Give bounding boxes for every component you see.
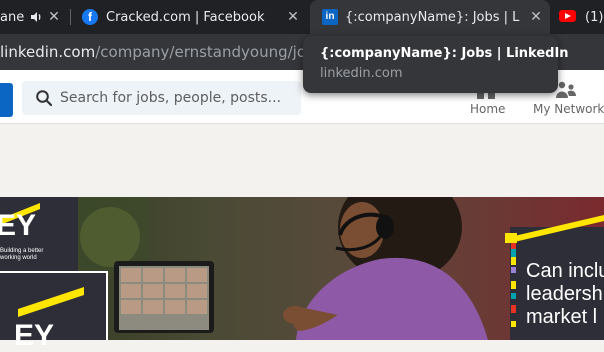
url-path: /company/ernstandyoung/jobs/: [95, 43, 329, 61]
tab-audio-playing[interactable]: ane ✕: [0, 0, 70, 34]
banner-headline-line: Can inclu: [526, 260, 604, 282]
nav-home-label: Home: [470, 102, 506, 116]
tab-title: (1) |: [585, 9, 604, 25]
tooltip-title: {:companyName}: Jobs | LinkedIn: [320, 46, 569, 61]
url-host: linkedin.com: [0, 43, 96, 61]
banner-tagline-line: Building a better: [0, 248, 44, 254]
youtube-icon: [559, 10, 576, 22]
search-box[interactable]: [22, 81, 301, 115]
banner-headline: Can inclu leadersh market l: [526, 260, 604, 329]
tab-hover-tooltip: {:companyName}: Jobs | LinkedIn linkedin…: [303, 36, 569, 93]
linkedin-icon: in: [322, 9, 338, 25]
banner-tagline: Building a better working world: [0, 248, 43, 262]
nav-network-label: My Network: [533, 102, 604, 116]
tab-youtube[interactable]: (1) |: [551, 0, 604, 34]
close-tab-icon[interactable]: ✕: [528, 9, 544, 25]
tab-title: Cracked.com | Facebook: [106, 9, 265, 25]
tab-facebook[interactable]: f Cracked.com | Facebook ✕: [71, 0, 311, 34]
linkedin-logo[interactable]: [0, 83, 13, 117]
banner-headline-line: market l: [526, 306, 598, 328]
facebook-icon: f: [82, 9, 98, 25]
banner-tagline-line: working world: [0, 255, 37, 261]
tab-title: {:companyName}: Jobs | LinkedIn: [345, 9, 520, 25]
company-logo-text: EY: [14, 319, 55, 352]
tab-title: ane: [0, 9, 25, 25]
company-logo[interactable]: EY: [0, 271, 108, 351]
tooltip-domain: linkedin.com: [320, 66, 403, 81]
banner-headline-line: leadersh: [526, 283, 603, 305]
url-field[interactable]: linkedin.com/company/ernstandyoung/jobs/: [0, 34, 328, 70]
banner-ey-wordmark: EY: [0, 209, 37, 242]
search-icon: [36, 90, 53, 107]
close-tab-icon[interactable]: ✕: [46, 9, 62, 25]
speaker-icon[interactable]: [29, 10, 43, 24]
tab-strip: ane ✕ f Cracked.com | Facebook ✕ in {:co…: [0, 0, 604, 34]
search-input[interactable]: [60, 81, 295, 115]
tab-linkedin-active[interactable]: in {:companyName}: Jobs | LinkedIn ✕: [310, 0, 550, 34]
close-tab-icon[interactable]: ✕: [285, 9, 301, 25]
